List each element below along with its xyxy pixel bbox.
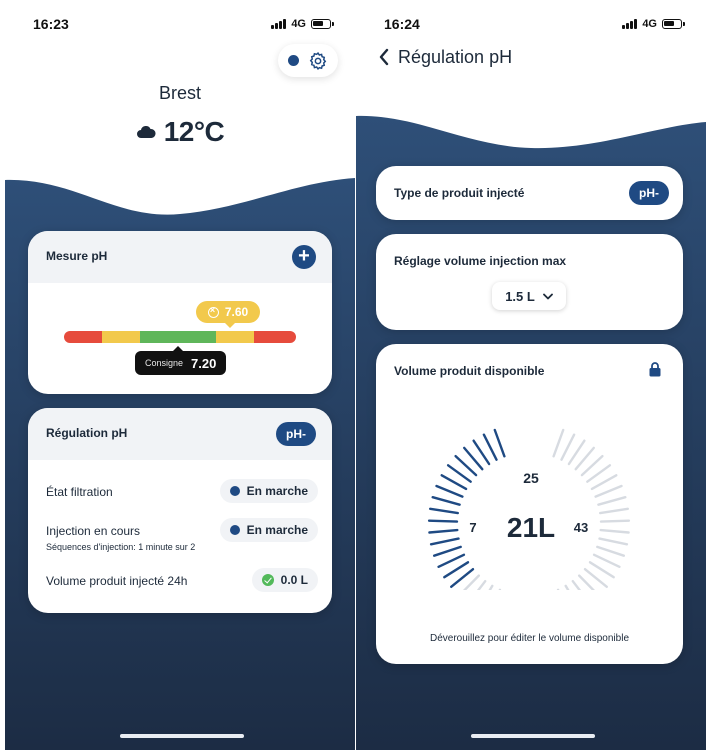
status-dot-icon bbox=[229, 486, 240, 496]
gauge-tick bbox=[493, 428, 506, 458]
gauge-tick bbox=[598, 537, 629, 546]
injection-status-text: En marche bbox=[246, 523, 308, 537]
mesure-ph-card: Mesure pH + 7.60 Consigne 7.20 bbox=[28, 231, 332, 394]
gauge-tick bbox=[431, 495, 461, 506]
injection-status: En marche bbox=[219, 518, 318, 542]
page-title: Régulation pH bbox=[398, 47, 513, 67]
gauge-tick bbox=[599, 528, 630, 534]
gauge-tick bbox=[429, 507, 459, 515]
cloud-icon bbox=[136, 125, 156, 138]
battery-icon bbox=[662, 19, 685, 29]
gauge-tick bbox=[597, 495, 627, 506]
available-volume-card: Volume produit disponible 25 7 43 21L Dé… bbox=[376, 344, 683, 664]
regulation-ph-screen: 16:24 4G Régulation pH Type de produit i… bbox=[356, 0, 706, 750]
available-volume-label: Volume produit disponible bbox=[394, 364, 545, 378]
setpoint-value: 7.20 bbox=[191, 355, 217, 371]
gear-icon[interactable] bbox=[308, 51, 328, 71]
signal-icon bbox=[622, 19, 638, 29]
filtration-status: En marche bbox=[219, 479, 318, 503]
ph-scale-segment bbox=[102, 331, 140, 343]
status-time: 16:24 bbox=[384, 16, 420, 32]
top-actions bbox=[278, 44, 338, 77]
volume-max-value: 1.5 L bbox=[505, 288, 535, 304]
gauge-tick bbox=[429, 537, 460, 546]
chevron-down-icon bbox=[542, 293, 553, 299]
gauge-tick bbox=[435, 484, 464, 498]
gauge-tick bbox=[560, 433, 576, 461]
gauge-tick bbox=[598, 507, 630, 515]
gauge-right-label: 43 bbox=[573, 520, 589, 535]
regulation-ph-card: Régulation pH pH- État filtration En mar… bbox=[28, 408, 332, 613]
ph-scale-segment bbox=[140, 331, 216, 343]
volume-max-card: Réglage volume injection max 1.5 L bbox=[376, 234, 683, 330]
volume-max-select[interactable]: 1.5 L bbox=[492, 282, 566, 310]
ph-scale-segment bbox=[64, 331, 102, 343]
product-type-label: Type de produit injecté bbox=[394, 186, 525, 200]
signal-icon bbox=[271, 19, 287, 29]
status-bar: 16:24 4G bbox=[356, 16, 706, 34]
gauge-tick bbox=[596, 545, 626, 557]
gauge-tick bbox=[437, 553, 466, 569]
volume-value: 0.0 L bbox=[280, 573, 308, 587]
lock-icon[interactable] bbox=[649, 362, 661, 377]
ph-scale-segment bbox=[254, 331, 296, 343]
gauge-tick bbox=[599, 519, 631, 523]
status-dot-icon bbox=[229, 525, 240, 535]
gauge-value: 21L bbox=[506, 512, 556, 543]
gauge-left-label: 7 bbox=[469, 520, 477, 535]
volume-max-label: Réglage volume injection max bbox=[394, 254, 567, 268]
regulation-ph-title: Régulation pH bbox=[46, 426, 128, 440]
network-label: 4G bbox=[642, 18, 657, 30]
battery-icon bbox=[311, 19, 334, 29]
product-type-badge[interactable]: pH- bbox=[276, 422, 316, 446]
injection-sequence: Séquences d'injection: 1 minute sur 2 bbox=[46, 542, 196, 552]
unlock-hint: Déverouillez pour éditer le volume dispo… bbox=[430, 633, 629, 644]
setpoint-label: Consigne bbox=[145, 358, 184, 368]
ph-reading-value: 7.60 bbox=[224, 305, 249, 319]
add-button[interactable]: + bbox=[292, 245, 316, 269]
setpoint-tooltip: Consigne 7.20 bbox=[135, 346, 227, 375]
connection-dot bbox=[288, 55, 300, 66]
city-name: Brest bbox=[158, 83, 201, 103]
gauge-tick bbox=[433, 545, 462, 557]
gauge-tick bbox=[440, 474, 468, 491]
product-type-badge[interactable]: pH- bbox=[629, 181, 669, 205]
back-chevron-icon[interactable] bbox=[378, 48, 390, 66]
gauge-tick bbox=[552, 428, 565, 458]
ph-reading-bubble: 7.60 bbox=[196, 301, 260, 328]
filtration-label: État filtration bbox=[46, 485, 113, 499]
gauge-tick bbox=[592, 553, 621, 569]
injection-label: Injection en cours bbox=[46, 524, 141, 538]
status-bar: 16:23 4G bbox=[5, 16, 355, 34]
gauge-tick bbox=[482, 433, 498, 461]
product-type-card: Type de produit injecté pH- bbox=[376, 166, 683, 220]
x-circle-icon bbox=[207, 305, 219, 318]
status-time: 16:23 bbox=[33, 16, 69, 32]
weather-summary: 12°C bbox=[5, 116, 355, 148]
volume-gauge bbox=[427, 428, 631, 590]
weather-dashboard-screen: 16:23 4G Brest 12°C Mesure pH + 7.60 bbox=[5, 0, 355, 750]
gauge-tick bbox=[427, 519, 459, 523]
home-indicator[interactable] bbox=[120, 734, 244, 738]
ph-scale-segment bbox=[216, 331, 254, 343]
gauge-tick bbox=[594, 484, 623, 498]
mesure-ph-header: Mesure pH + bbox=[28, 231, 332, 283]
volume-status: 0.0 L bbox=[251, 568, 318, 592]
volume-label: Volume produit injecté 24h bbox=[46, 574, 188, 588]
home-indicator[interactable] bbox=[471, 734, 595, 738]
filtration-status-text: En marche bbox=[246, 484, 308, 498]
check-icon bbox=[261, 574, 274, 586]
regulation-ph-header: Régulation pH pH- bbox=[28, 408, 332, 460]
ph-scale-bar bbox=[64, 331, 296, 343]
gauge-tick bbox=[590, 474, 618, 491]
gauge-top-label: 25 bbox=[523, 470, 539, 486]
gauge-tick bbox=[428, 528, 459, 534]
temperature: 12°C bbox=[163, 116, 225, 147]
mesure-ph-title: Mesure pH bbox=[46, 249, 108, 263]
network-label: 4G bbox=[291, 18, 306, 30]
